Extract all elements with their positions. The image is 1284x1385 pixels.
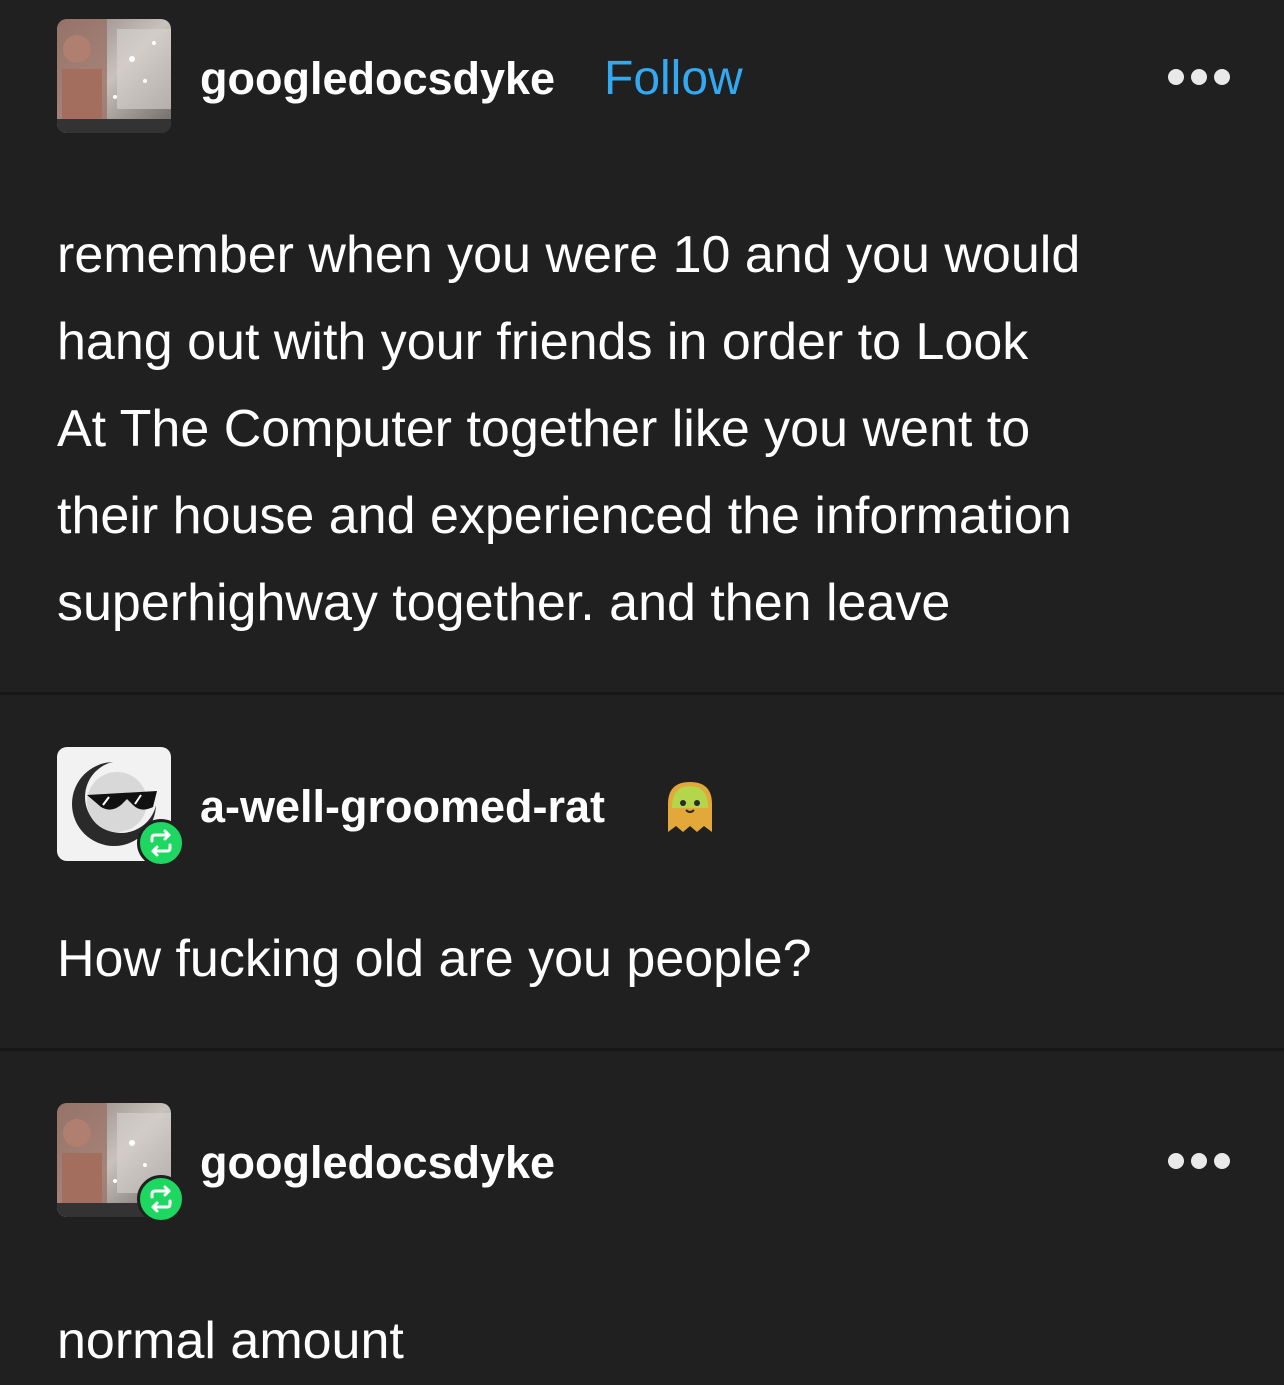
avatar[interactable]: [57, 19, 171, 133]
avatar[interactable]: [57, 1103, 185, 1223]
reblog-icon: [137, 819, 185, 867]
post-body: How fucking old are you people?: [57, 930, 812, 988]
post-username[interactable]: a-well-groomed-rat: [200, 782, 605, 832]
reblog-icon: [137, 1175, 185, 1223]
post-reblog: a-well-groomed-rat How fucking old are y…: [0, 695, 1284, 1048]
more-options-icon[interactable]: [1168, 67, 1230, 87]
post-body: remember when you were 10 and you would …: [57, 226, 1081, 632]
avatar-photo: [57, 19, 171, 133]
post-username[interactable]: googledocsdyke: [200, 1138, 555, 1188]
avatar[interactable]: [57, 747, 185, 867]
follow-button[interactable]: Follow: [604, 54, 743, 104]
post-body: normal amount: [57, 1312, 404, 1370]
post-reply: googledocsdyke normal amount: [0, 1051, 1284, 1371]
ghost-emoji-icon: [668, 782, 712, 832]
more-options-icon[interactable]: [1168, 1151, 1230, 1171]
post-original: googledocsdyke Follow remember when you …: [0, 0, 1284, 692]
post-username[interactable]: googledocsdyke: [200, 54, 555, 104]
